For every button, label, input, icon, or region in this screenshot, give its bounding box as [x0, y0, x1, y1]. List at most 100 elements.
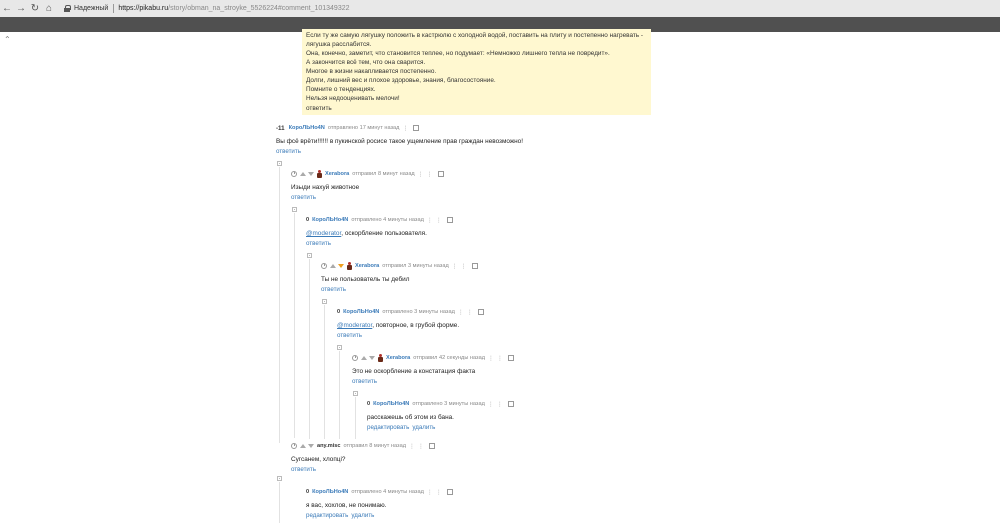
comment-author[interactable]: КороЛЬНо4N — [373, 401, 409, 407]
comment-meta: Xerabora отправил 3 минуты назад ⋮ ⋮ — [321, 262, 478, 270]
save-icon[interactable] — [507, 401, 514, 407]
upvote-icon[interactable] — [300, 172, 306, 176]
comment-author[interactable]: Xerabora — [325, 171, 349, 177]
save-icon[interactable] — [477, 309, 484, 315]
upvote-icon[interactable] — [300, 444, 306, 448]
comment-time: отправил 8 минут назад — [352, 171, 415, 177]
avatar[interactable] — [378, 354, 383, 362]
delete-button[interactable]: удалить — [412, 424, 435, 431]
post-line: Она, конечно, заметит, что становится те… — [306, 50, 610, 57]
avatar[interactable] — [317, 170, 322, 178]
reply-button[interactable]: ответить — [306, 240, 331, 247]
comment-time: отправлено 3 минуты назад — [412, 401, 485, 407]
comment-author[interactable]: КороЛЬНо4N — [343, 309, 379, 315]
comment-author[interactable]: any.misc — [317, 443, 341, 449]
scroll-up-icon[interactable]: ⌃ — [4, 35, 11, 44]
home-icon[interactable]: ⌂ — [42, 2, 56, 16]
flag-icon[interactable]: ⋮ — [436, 217, 442, 224]
forward-icon[interactable]: → — [14, 2, 28, 16]
comment-actions: ответить — [321, 286, 478, 293]
comment: 0 КороЛЬНо4N отправлено 4 минуты назад ⋮… — [306, 488, 453, 519]
comment-text: я вас, хохлов, не понимаю. — [306, 502, 387, 509]
comment-meta: Xerabora отправил 42 секунды назад ⋮ ⋮ — [352, 354, 514, 362]
browser-chrome: ← → ↻ ⌂ Надежный https://pikabu.ru/story… — [0, 0, 1000, 32]
collapse-toggle[interactable] — [277, 476, 282, 481]
reply-button[interactable]: ответить — [321, 286, 346, 293]
thread-line — [339, 351, 340, 439]
comment-author[interactable]: Xerabora — [355, 263, 379, 269]
link-icon[interactable]: ⋮ — [409, 443, 415, 450]
comment-author[interactable]: КороЛЬНо4N — [289, 125, 325, 131]
delete-button[interactable]: удалить — [351, 512, 374, 519]
reply-button[interactable]: ответить — [276, 148, 301, 155]
comment-author[interactable]: КороЛЬНо4N — [312, 217, 348, 223]
link-icon[interactable]: ⋮ — [488, 355, 494, 362]
flag-icon[interactable]: ⋮ — [497, 355, 503, 362]
collapse-toggle[interactable] — [277, 161, 282, 166]
mention-link[interactable]: @moderator — [306, 230, 341, 237]
url-host: https://pikabu.ru — [118, 5, 169, 12]
link-icon[interactable]: ⋮ — [402, 125, 408, 132]
clock-icon — [321, 263, 327, 269]
save-icon[interactable] — [471, 263, 478, 269]
upvote-icon[interactable] — [330, 264, 336, 268]
link-icon[interactable]: ⋮ — [418, 171, 424, 178]
downvote-icon[interactable] — [369, 356, 375, 360]
collapse-toggle[interactable] — [353, 391, 358, 396]
comment-text: @moderator, повторное, в грубой форме. — [337, 322, 484, 329]
flag-icon[interactable]: ⋮ — [427, 171, 433, 178]
url-field[interactable]: Надежный https://pikabu.ru/story/obman_n… — [64, 2, 350, 15]
flag-icon[interactable]: ⋮ — [436, 489, 442, 496]
flag-icon[interactable]: ⋮ — [497, 401, 503, 408]
post-reply-link[interactable]: ответить — [306, 104, 332, 113]
link-icon[interactable]: ⋮ — [427, 489, 433, 496]
flag-icon[interactable]: ⋮ — [418, 443, 424, 450]
reply-button[interactable]: ответить — [291, 194, 316, 201]
link-icon[interactable]: ⋮ — [452, 263, 458, 270]
collapse-toggle[interactable] — [307, 253, 312, 258]
save-icon[interactable] — [507, 355, 514, 361]
link-icon[interactable]: ⋮ — [488, 401, 494, 408]
clock-icon — [352, 355, 358, 361]
flag-icon[interactable]: ⋮ — [461, 263, 467, 270]
post-line: Помните о тенденциях. — [306, 86, 376, 93]
comment-time: отправлено 17 минут назад — [327, 125, 400, 131]
collapse-toggle[interactable] — [337, 345, 342, 350]
save-icon[interactable] — [446, 217, 453, 223]
post-line: Долги, лишний вес и плохое здоровье, зна… — [306, 77, 496, 84]
clock-icon — [291, 171, 297, 177]
collapse-toggle[interactable] — [322, 299, 327, 304]
save-icon[interactable] — [413, 125, 420, 131]
comment: Xerabora отправил 3 минуты назад ⋮ ⋮ Ты … — [321, 262, 478, 293]
edit-button[interactable]: редактировать — [306, 512, 348, 519]
downvote-icon[interactable] — [338, 264, 344, 268]
downvote-icon[interactable] — [308, 444, 314, 448]
thread-line — [324, 305, 325, 439]
comment-meta: 0 КороЛЬНо4N отправлено 3 минуты назад ⋮… — [367, 400, 514, 408]
collapse-toggle[interactable] — [292, 207, 297, 212]
comment-text: Это не оскорбление а констатация факта — [352, 368, 476, 375]
mention-link[interactable]: @moderator — [337, 322, 372, 329]
thread-line — [294, 213, 295, 438]
link-icon[interactable]: ⋮ — [458, 309, 464, 316]
save-icon[interactable] — [446, 489, 453, 495]
flag-icon[interactable]: ⋮ — [467, 309, 473, 316]
comment: Xerabora отправил 8 минут назад ⋮ ⋮ Изыд… — [291, 170, 444, 201]
reload-icon[interactable]: ↻ — [28, 2, 42, 16]
clock-icon — [291, 443, 297, 449]
reply-button[interactable]: ответить — [352, 378, 377, 385]
upvote-icon[interactable] — [361, 356, 367, 360]
comment-author[interactable]: КороЛЬНо4N — [312, 489, 348, 495]
avatar[interactable] — [347, 262, 352, 270]
comment-meta: any.misc отправил 8 минут назад ⋮ ⋮ — [291, 442, 435, 450]
save-icon[interactable] — [428, 443, 435, 449]
edit-button[interactable]: редактировать — [367, 424, 409, 431]
link-icon[interactable]: ⋮ — [427, 217, 433, 224]
save-icon[interactable] — [437, 171, 444, 177]
downvote-icon[interactable] — [308, 172, 314, 176]
back-icon[interactable]: ← — [0, 2, 14, 16]
reply-button[interactable]: ответить — [337, 332, 362, 339]
comment-actions: редактировать удалить — [367, 424, 514, 431]
comment-author[interactable]: Xerabora — [386, 355, 410, 361]
reply-button[interactable]: ответить — [291, 466, 316, 473]
